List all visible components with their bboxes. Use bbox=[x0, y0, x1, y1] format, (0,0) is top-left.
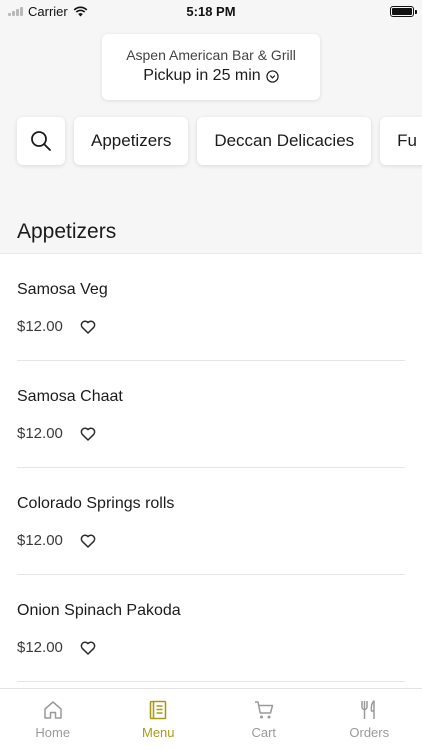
heart-icon bbox=[80, 319, 96, 334]
menu-item-list: Samosa Veg $12.00 Samosa Chaat $12.00 Co… bbox=[0, 253, 422, 688]
chevron-down-circle-icon bbox=[266, 69, 279, 83]
category-tab-appetizers[interactable]: Appetizers bbox=[74, 117, 189, 165]
search-icon bbox=[31, 131, 51, 151]
bottom-tab-bar: Home Menu Cart Orders bbox=[0, 688, 422, 750]
home-icon bbox=[44, 701, 62, 719]
item-price: $12.00 bbox=[17, 318, 63, 335]
status-bar: Carrier 5:18 PM bbox=[0, 0, 422, 22]
status-left: Carrier bbox=[8, 4, 88, 19]
menu-book-icon bbox=[149, 700, 167, 720]
wifi-icon bbox=[73, 6, 88, 16]
utensils-icon bbox=[361, 700, 375, 719]
carrier-label: Carrier bbox=[28, 3, 68, 19]
favorite-button[interactable] bbox=[80, 533, 96, 549]
tab-home[interactable]: Home bbox=[0, 689, 106, 750]
pickup-label: Pickup in 25 min bbox=[143, 67, 261, 84]
item-price: $12.00 bbox=[17, 425, 63, 442]
tab-cart-label: Cart bbox=[251, 725, 277, 740]
category-tabs: Appetizers Deccan Delicacies Fu bbox=[17, 117, 422, 165]
tab-menu[interactable]: Menu bbox=[106, 689, 212, 750]
heart-icon bbox=[80, 640, 96, 655]
item-price: $12.00 bbox=[17, 639, 63, 656]
tab-home-label: Home bbox=[35, 725, 71, 740]
item-name: Onion Spinach Pakoda bbox=[17, 602, 181, 619]
pickup-time[interactable]: Pickup in 25 min bbox=[102, 67, 320, 85]
favorite-button[interactable] bbox=[80, 640, 96, 656]
heart-icon bbox=[80, 533, 96, 548]
category-tab-partial[interactable]: Fu bbox=[380, 117, 422, 165]
favorite-button[interactable] bbox=[80, 426, 96, 442]
tab-orders-label: Orders bbox=[349, 725, 390, 740]
cart-icon bbox=[254, 701, 273, 719]
menu-item[interactable]: Colorado Springs rolls $12.00 bbox=[17, 468, 405, 575]
menu-item[interactable]: Samosa Chaat $12.00 bbox=[17, 361, 405, 468]
tab-cart[interactable]: Cart bbox=[211, 689, 317, 750]
tab-orders[interactable]: Orders bbox=[317, 689, 422, 750]
search-button[interactable] bbox=[17, 117, 65, 165]
favorite-button[interactable] bbox=[80, 319, 96, 335]
battery-icon bbox=[390, 5, 417, 17]
store-header[interactable]: Aspen American Bar & Grill Pickup in 25 … bbox=[102, 34, 320, 100]
item-name: Colorado Springs rolls bbox=[17, 495, 175, 512]
heart-icon bbox=[80, 426, 96, 441]
section-title: Appetizers bbox=[17, 220, 117, 243]
menu-item[interactable]: Samosa Veg $12.00 bbox=[17, 254, 405, 361]
tab-menu-label: Menu bbox=[141, 725, 175, 740]
item-price: $12.00 bbox=[17, 532, 63, 549]
store-name: Aspen American Bar & Grill bbox=[126, 47, 296, 63]
item-name: Samosa Chaat bbox=[17, 388, 123, 405]
menu-item[interactable]: Onion Spinach Pakoda $12.00 bbox=[17, 575, 405, 682]
item-name: Samosa Veg bbox=[17, 281, 108, 298]
signal-icon bbox=[8, 6, 23, 16]
category-tab-deccan-delicacies[interactable]: Deccan Delicacies bbox=[197, 117, 372, 165]
